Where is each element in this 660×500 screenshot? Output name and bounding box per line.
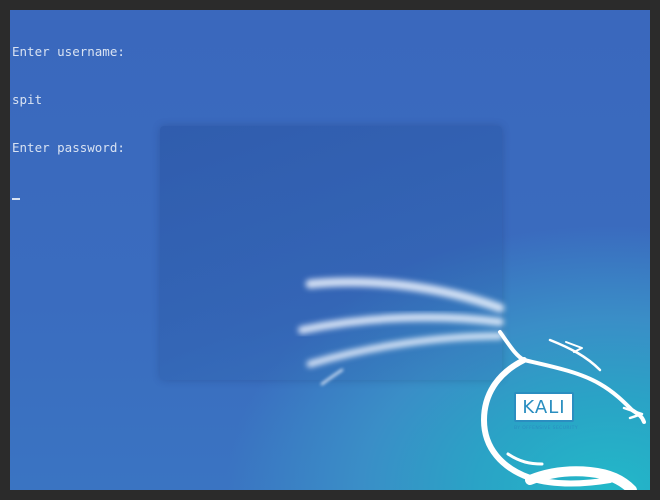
text-cursor[interactable] [12,198,20,200]
tty-login-prompt[interactable]: Enter username: spit Enter password: [12,12,125,232]
password-prompt: Enter password: [12,140,125,155]
kali-logo-text: KALI [514,392,574,422]
kali-logo-tagline: BY OFFENSIVE SECURITY [514,426,578,431]
kali-logo: KALI BY OFFENSIVE SECURITY [510,390,582,438]
username-value: spit [12,92,43,107]
login-console-background: KALI BY OFFENSIVE SECURITY Enter usernam… [10,10,650,490]
dragon-swoosh-streaks [298,277,505,386]
username-prompt: Enter username: [12,44,125,59]
screen-frame: KALI BY OFFENSIVE SECURITY Enter usernam… [0,0,660,500]
